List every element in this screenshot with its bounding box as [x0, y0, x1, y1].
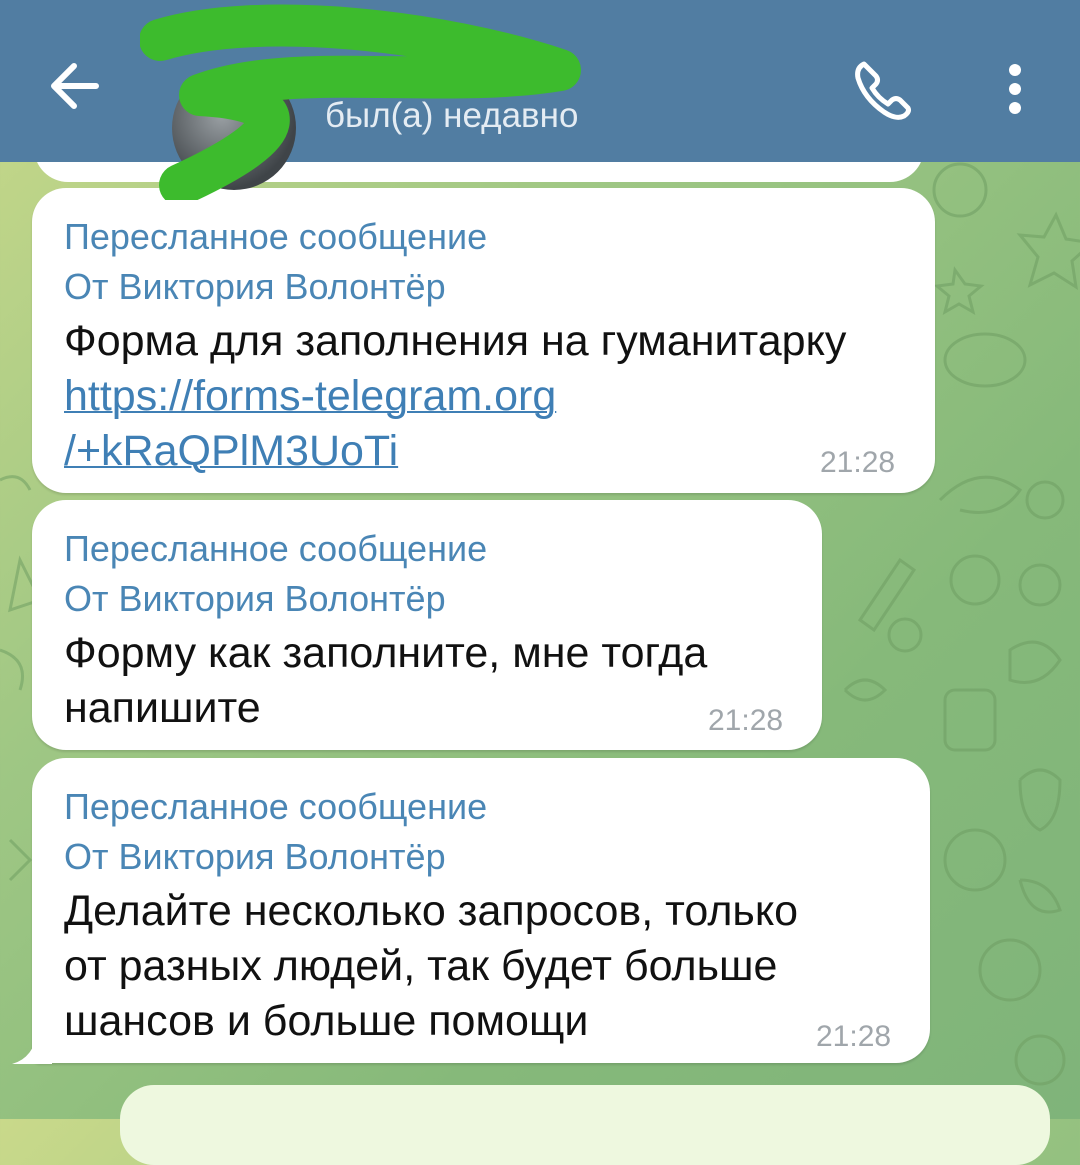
message-bubble[interactable]: Пересланное сообщение От Виктория Волонт… — [32, 758, 930, 1063]
forward-label: Пересланное сообщение — [64, 786, 488, 827]
message-bubble[interactable]: Пересланное сообщение От Виктория Волонт… — [32, 500, 822, 750]
message-line: от разных людей, так будет больше — [64, 942, 778, 990]
message-text: Форму как заполните, мне тогда напишите — [64, 626, 707, 736]
arrow-left-icon[interactable] — [40, 55, 110, 117]
message-line: Форму как заполните, мне тогда — [64, 629, 708, 677]
contact-status: был(а) недавно — [325, 96, 579, 135]
forward-label: Пересланное сообщение — [64, 216, 488, 257]
message-line: Делайте несколько запросов, только — [64, 887, 799, 935]
next-message-bubble[interactable] — [120, 1085, 1050, 1165]
message-time: 21:28 — [820, 446, 896, 479]
message-bubble[interactable]: Пересланное сообщение От Виктория Волонт… — [32, 188, 935, 493]
more-vertical-icon[interactable] — [995, 58, 1035, 120]
message-text-part: Форма для заполнения на гуманитарку — [64, 317, 847, 365]
message-text: Форма для заполнения на гуманитарку http… — [64, 314, 924, 479]
phone-icon[interactable] — [850, 56, 916, 122]
message-link-continued[interactable]: /+kRaQPlM3UoTi — [64, 427, 398, 475]
message-line: шансов и больше помощи — [64, 997, 589, 1045]
forward-sender[interactable]: От Виктория Волонтёр — [64, 836, 446, 878]
message-link[interactable]: https://forms-telegram.org — [64, 372, 556, 420]
forward-sender[interactable]: От Виктория Волонтёр — [64, 266, 446, 308]
message-line: напишите — [64, 684, 261, 732]
message-time: 21:28 — [816, 1020, 892, 1053]
bubble-tail — [12, 1030, 52, 1064]
message-time: 21:28 — [708, 704, 784, 737]
message-text: Делайте несколько запросов, только от ра… — [64, 884, 798, 1049]
forward-label: Пересланное сообщение — [64, 528, 488, 569]
forward-sender[interactable]: От Виктория Волонтёр — [64, 578, 446, 620]
